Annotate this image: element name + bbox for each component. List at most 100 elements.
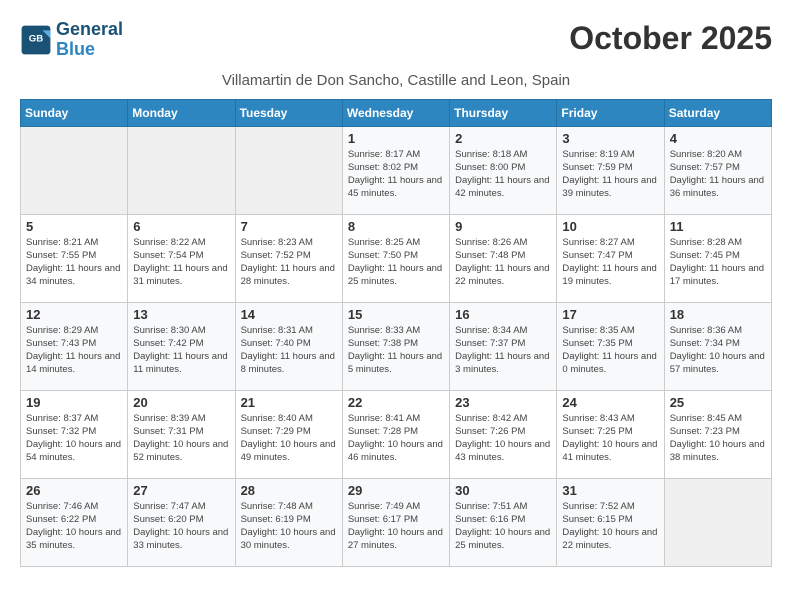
day-number: 8	[348, 219, 444, 234]
day-info: Sunrise: 8:35 AM Sunset: 7:35 PM Dayligh…	[562, 324, 658, 377]
calendar-cell: 14 Sunrise: 8:31 AM Sunset: 7:40 PM Dayli…	[235, 302, 342, 390]
calendar-cell: 7 Sunrise: 8:23 AM Sunset: 7:52 PM Daylig…	[235, 214, 342, 302]
day-info: Sunrise: 8:33 AM Sunset: 7:38 PM Dayligh…	[348, 324, 444, 377]
day-number: 20	[133, 395, 229, 410]
calendar-cell: 11Sunrise: 8:28 AM Sunset: 7:45 PM Dayli…	[664, 214, 771, 302]
day-number: 2	[455, 131, 551, 146]
week-row-3: 19 Sunrise: 8:37 AM Sunset: 7:32 PM Dayli…	[21, 390, 772, 478]
header-wednesday: Wednesday	[342, 99, 449, 126]
header-monday: Monday	[128, 99, 235, 126]
day-info: Sunrise: 8:17 AM Sunset: 8:02 PM Dayligh…	[348, 148, 444, 201]
day-number: 1	[348, 131, 444, 146]
day-number: 26	[26, 483, 122, 498]
day-info: Sunrise: 8:41 AM Sunset: 7:28 PM Dayligh…	[348, 412, 444, 465]
calendar-cell: 24 Sunrise: 8:43 AM Sunset: 7:25 PM Dayli…	[557, 390, 664, 478]
calendar-cell: 27 Sunrise: 7:47 AM Sunset: 6:20 PM Dayli…	[128, 478, 235, 566]
day-number: 27	[133, 483, 229, 498]
calendar-cell	[664, 478, 771, 566]
calendar-cell: 22 Sunrise: 8:41 AM Sunset: 7:28 PM Dayli…	[342, 390, 449, 478]
day-number: 7	[241, 219, 337, 234]
day-number: 5	[26, 219, 122, 234]
day-number: 25	[670, 395, 766, 410]
page-title: October 2025	[569, 20, 772, 57]
day-info: Sunrise: 8:42 AM Sunset: 7:26 PM Dayligh…	[455, 412, 551, 465]
day-info: Sunrise: 8:18 AM Sunset: 8:00 PM Dayligh…	[455, 148, 551, 201]
calendar-cell: 13 Sunrise: 8:30 AM Sunset: 7:42 PM Dayli…	[128, 302, 235, 390]
calendar-cell	[235, 126, 342, 214]
day-number: 9	[455, 219, 551, 234]
week-row-2: 12 Sunrise: 8:29 AM Sunset: 7:43 PM Dayli…	[21, 302, 772, 390]
calendar-cell: 23 Sunrise: 8:42 AM Sunset: 7:26 PM Dayli…	[450, 390, 557, 478]
calendar-cell: 31Sunrise: 7:52 AM Sunset: 6:15 PM Dayli…	[557, 478, 664, 566]
calendar-cell: 9Sunrise: 8:26 AM Sunset: 7:48 PM Daylig…	[450, 214, 557, 302]
day-number: 14	[241, 307, 337, 322]
calendar-table: SundayMondayTuesdayWednesdayThursdayFrid…	[20, 99, 772, 567]
day-number: 4	[670, 131, 766, 146]
day-info: Sunrise: 8:43 AM Sunset: 7:25 PM Dayligh…	[562, 412, 658, 465]
logo-line2: Blue	[56, 40, 123, 60]
logo-icon: GB	[20, 24, 52, 56]
day-info: Sunrise: 8:19 AM Sunset: 7:59 PM Dayligh…	[562, 148, 658, 201]
day-number: 23	[455, 395, 551, 410]
day-info: Sunrise: 8:22 AM Sunset: 7:54 PM Dayligh…	[133, 236, 229, 289]
header-sunday: Sunday	[21, 99, 128, 126]
day-info: Sunrise: 8:29 AM Sunset: 7:43 PM Dayligh…	[26, 324, 122, 377]
day-number: 24	[562, 395, 658, 410]
subtitle: Villamartin de Don Sancho, Castille and …	[20, 72, 772, 89]
day-info: Sunrise: 7:49 AM Sunset: 6:17 PM Dayligh…	[348, 500, 444, 553]
day-info: Sunrise: 8:21 AM Sunset: 7:55 PM Dayligh…	[26, 236, 122, 289]
calendar-cell: 29 Sunrise: 7:49 AM Sunset: 6:17 PM Dayli…	[342, 478, 449, 566]
day-info: Sunrise: 8:23 AM Sunset: 7:52 PM Dayligh…	[241, 236, 337, 289]
day-info: Sunrise: 8:36 AM Sunset: 7:34 PM Dayligh…	[670, 324, 766, 377]
day-number: 18	[670, 307, 766, 322]
header-saturday: Saturday	[664, 99, 771, 126]
day-number: 15	[348, 307, 444, 322]
day-number: 29	[348, 483, 444, 498]
day-number: 16	[455, 307, 551, 322]
day-info: Sunrise: 8:27 AM Sunset: 7:47 PM Dayligh…	[562, 236, 658, 289]
calendar-cell: 6 Sunrise: 8:22 AM Sunset: 7:54 PM Daylig…	[128, 214, 235, 302]
day-info: Sunrise: 8:30 AM Sunset: 7:42 PM Dayligh…	[133, 324, 229, 377]
calendar-cell: 10Sunrise: 8:27 AM Sunset: 7:47 PM Dayli…	[557, 214, 664, 302]
day-number: 17	[562, 307, 658, 322]
calendar-cell: 18 Sunrise: 8:36 AM Sunset: 7:34 PM Dayli…	[664, 302, 771, 390]
calendar-cell: 20 Sunrise: 8:39 AM Sunset: 7:31 PM Dayli…	[128, 390, 235, 478]
calendar-cell: 8Sunrise: 8:25 AM Sunset: 7:50 PM Daylig…	[342, 214, 449, 302]
day-number: 12	[26, 307, 122, 322]
day-info: Sunrise: 7:47 AM Sunset: 6:20 PM Dayligh…	[133, 500, 229, 553]
day-number: 28	[241, 483, 337, 498]
day-number: 22	[348, 395, 444, 410]
header-tuesday: Tuesday	[235, 99, 342, 126]
day-info: Sunrise: 7:51 AM Sunset: 6:16 PM Dayligh…	[455, 500, 551, 553]
day-number: 21	[241, 395, 337, 410]
day-info: Sunrise: 8:40 AM Sunset: 7:29 PM Dayligh…	[241, 412, 337, 465]
day-info: Sunrise: 8:20 AM Sunset: 7:57 PM Dayligh…	[670, 148, 766, 201]
day-info: Sunrise: 8:39 AM Sunset: 7:31 PM Dayligh…	[133, 412, 229, 465]
calendar-cell: 30 Sunrise: 7:51 AM Sunset: 6:16 PM Dayli…	[450, 478, 557, 566]
day-number: 3	[562, 131, 658, 146]
week-row-1: 5 Sunrise: 8:21 AM Sunset: 7:55 PM Daylig…	[21, 214, 772, 302]
calendar-cell: 3 Sunrise: 8:19 AM Sunset: 7:59 PM Daylig…	[557, 126, 664, 214]
calendar-cell: 2 Sunrise: 8:18 AM Sunset: 8:00 PM Daylig…	[450, 126, 557, 214]
svg-text:GB: GB	[29, 33, 43, 44]
day-number: 19	[26, 395, 122, 410]
header-friday: Friday	[557, 99, 664, 126]
logo-text: General Blue	[56, 20, 123, 60]
day-number: 11	[670, 219, 766, 234]
calendar-body: 1 Sunrise: 8:17 AM Sunset: 8:02 PM Daylig…	[21, 126, 772, 566]
week-row-4: 26 Sunrise: 7:46 AM Sunset: 6:22 PM Dayli…	[21, 478, 772, 566]
calendar-cell: 4 Sunrise: 8:20 AM Sunset: 7:57 PM Daylig…	[664, 126, 771, 214]
day-info: Sunrise: 7:46 AM Sunset: 6:22 PM Dayligh…	[26, 500, 122, 553]
day-number: 13	[133, 307, 229, 322]
calendar-cell: 28Sunrise: 7:48 AM Sunset: 6:19 PM Dayli…	[235, 478, 342, 566]
day-info: Sunrise: 7:52 AM Sunset: 6:15 PM Dayligh…	[562, 500, 658, 553]
calendar-cell: 12 Sunrise: 8:29 AM Sunset: 7:43 PM Dayli…	[21, 302, 128, 390]
day-number: 30	[455, 483, 551, 498]
calendar-header: SundayMondayTuesdayWednesdayThursdayFrid…	[21, 99, 772, 126]
logo: GB General Blue	[20, 20, 123, 60]
calendar-cell: 17 Sunrise: 8:35 AM Sunset: 7:35 PM Dayli…	[557, 302, 664, 390]
day-info: Sunrise: 8:37 AM Sunset: 7:32 PM Dayligh…	[26, 412, 122, 465]
calendar-cell: 15 Sunrise: 8:33 AM Sunset: 7:38 PM Dayli…	[342, 302, 449, 390]
day-info: Sunrise: 8:31 AM Sunset: 7:40 PM Dayligh…	[241, 324, 337, 377]
day-number: 6	[133, 219, 229, 234]
